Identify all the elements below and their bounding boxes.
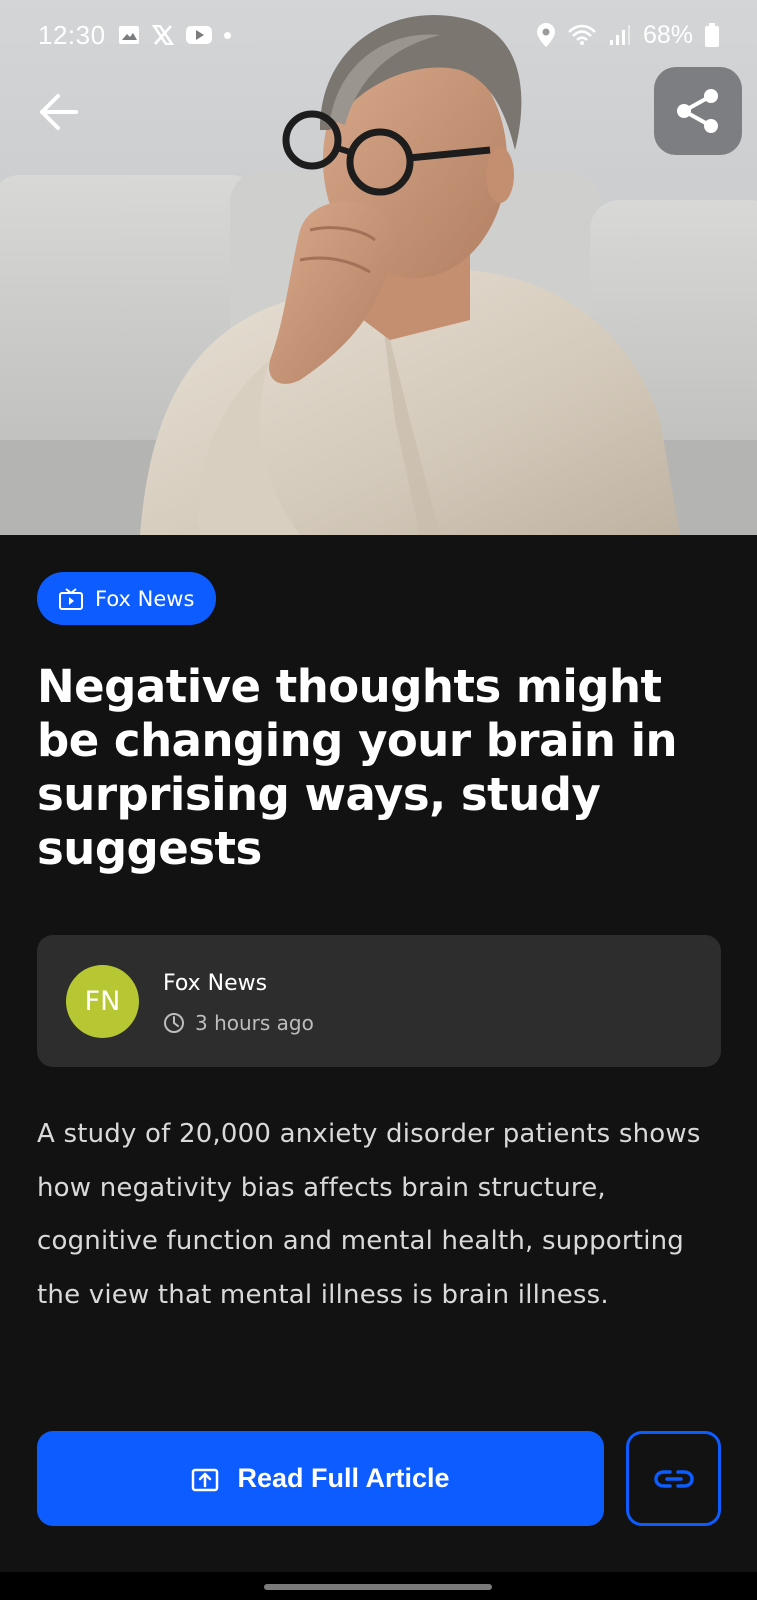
arrow-left-icon	[40, 94, 78, 130]
youtube-icon	[185, 25, 212, 45]
source-label: Fox News	[95, 586, 195, 611]
status-right: 68%	[536, 20, 719, 50]
tv-icon	[59, 587, 83, 610]
navigation-bar	[0, 1572, 757, 1600]
back-button[interactable]	[28, 82, 88, 142]
status-bar: 12:30 68%	[0, 0, 757, 70]
battery-icon	[705, 23, 719, 47]
read-full-article-label: Read Full Article	[237, 1463, 450, 1493]
article-summary: A study of 20,000 anxiety disorder patie…	[37, 1119, 701, 1310]
share-icon	[677, 89, 718, 133]
share-button[interactable]	[654, 67, 742, 155]
article-title: Negative thoughts might be changing your…	[37, 660, 678, 875]
gallery-icon	[118, 25, 140, 45]
published-time: 3 hours ago	[195, 1011, 314, 1035]
source-chip[interactable]: Fox News	[37, 572, 217, 625]
status-left: 12:30	[38, 20, 231, 51]
read-full-article-button[interactable]: Read Full Article	[37, 1431, 604, 1526]
author-name: Fox News	[163, 971, 268, 996]
wifi-icon	[567, 24, 597, 46]
location-icon	[536, 23, 555, 47]
copy-link-button[interactable]	[626, 1431, 721, 1526]
author-card: FN Fox News 3 hours ago	[37, 935, 721, 1067]
hero-image	[0, 0, 757, 535]
notification-dot	[223, 31, 231, 39]
author-time-row: 3 hours ago	[163, 1011, 314, 1035]
link-icon	[653, 1469, 694, 1488]
avatar: FN	[66, 965, 139, 1038]
clock-icon	[164, 1013, 184, 1033]
hero-photo	[0, 0, 757, 535]
home-indicator[interactable]	[264, 1584, 492, 1590]
battery-percent: 68%	[642, 20, 693, 49]
x-logo-icon	[151, 25, 174, 45]
status-time: 12:30	[38, 19, 106, 50]
open-external-icon	[192, 1468, 219, 1491]
signal-icon	[609, 24, 631, 46]
